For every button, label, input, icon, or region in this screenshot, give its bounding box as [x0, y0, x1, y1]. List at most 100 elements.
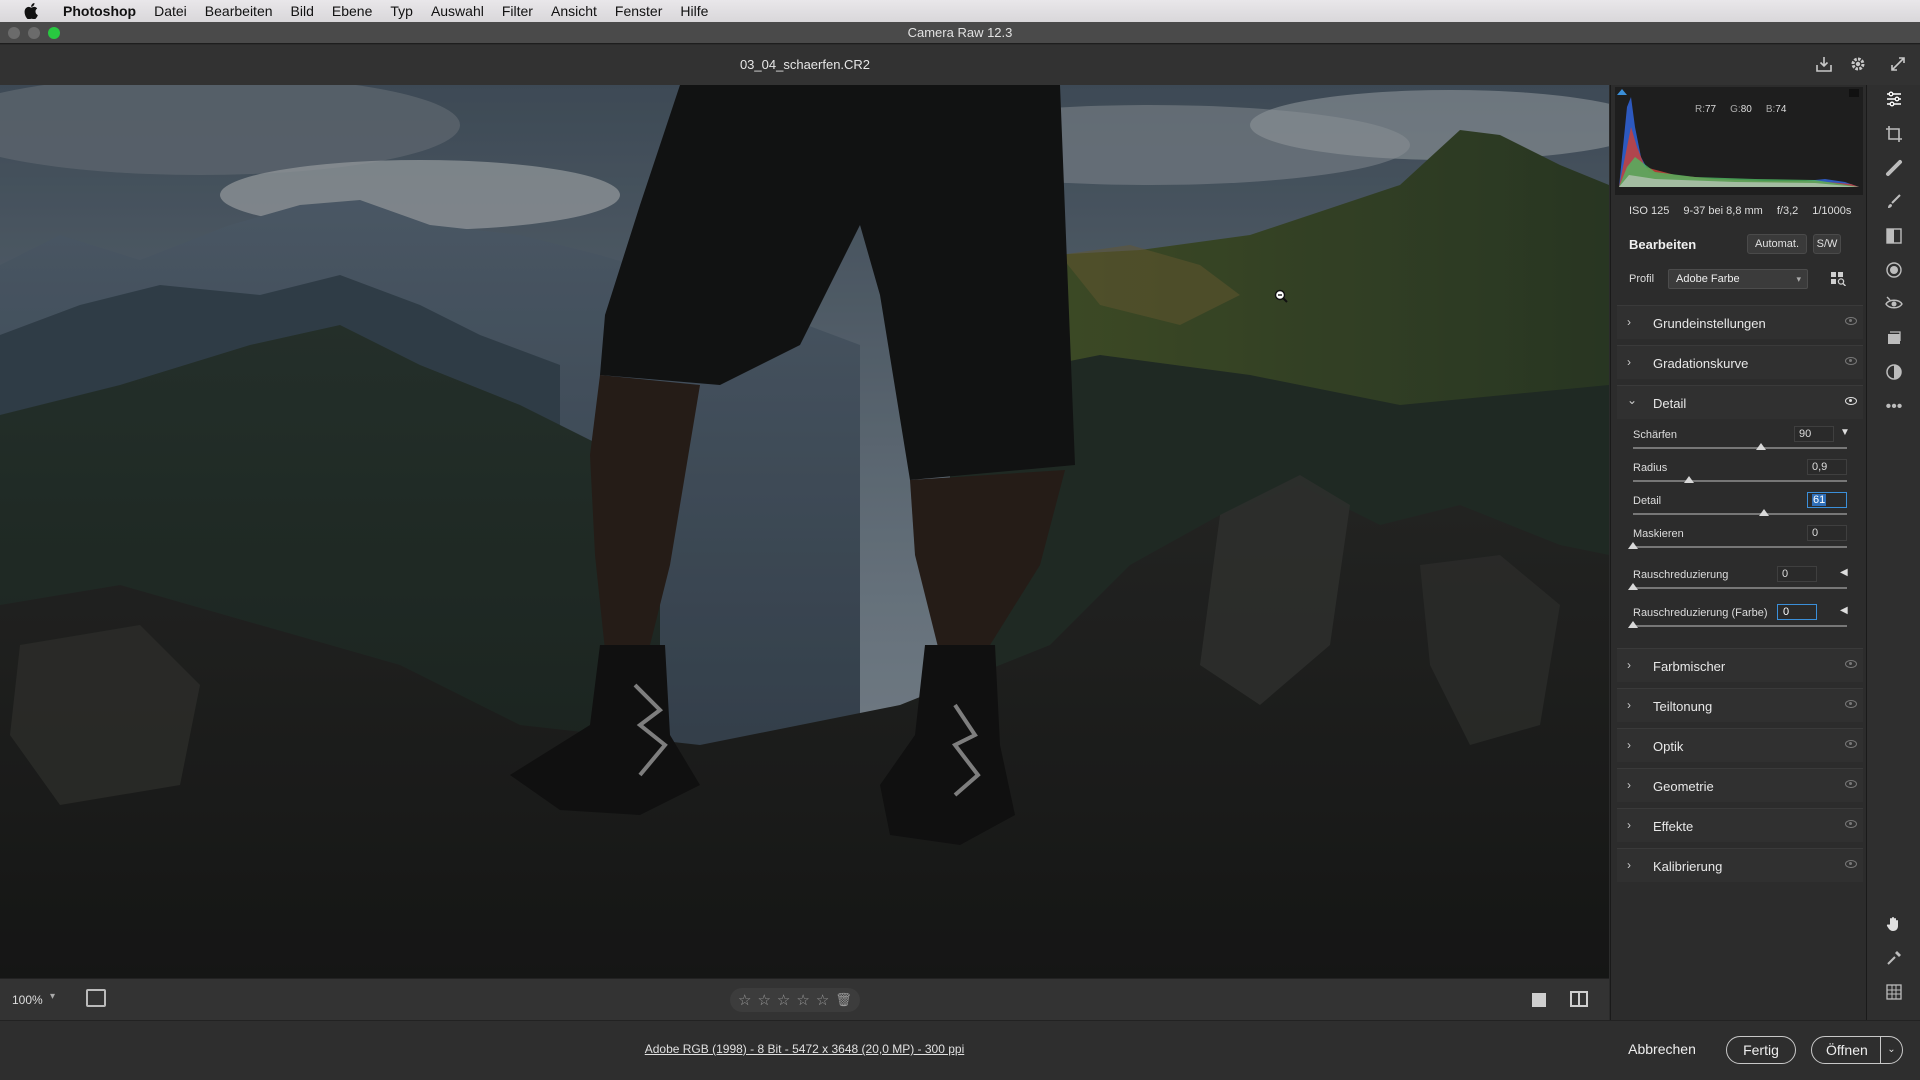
hand-icon[interactable]	[1882, 915, 1906, 939]
star-icon[interactable]: ☆	[816, 991, 829, 1009]
brush-icon[interactable]	[1882, 193, 1906, 217]
cancel-button[interactable]: Abbrechen	[1612, 1036, 1712, 1064]
star-icon[interactable]: ☆	[757, 991, 770, 1009]
single-view-icon[interactable]	[1532, 993, 1546, 1007]
profile-browser-icon[interactable]	[1831, 272, 1847, 287]
mask-value[interactable]: 0	[1807, 525, 1847, 541]
workflow-options-link[interactable]: Adobe RGB (1998) - 8 Bit - 5472 x 3648 (…	[0, 1042, 1609, 1056]
noise-reduction-slider[interactable]: Rauschreduzierung 0 ◀	[1627, 566, 1851, 602]
star-icon[interactable]: ☆	[738, 991, 751, 1009]
detail-slider[interactable]: Detail 61	[1627, 492, 1851, 528]
open-button[interactable]: Öffnen ⌄	[1811, 1036, 1903, 1064]
done-button[interactable]: Fertig	[1726, 1036, 1796, 1064]
menu-photoshop[interactable]: Photoshop	[54, 0, 145, 22]
section-effekte[interactable]: › Effekte	[1617, 808, 1863, 842]
color-sampler-icon[interactable]	[1882, 949, 1906, 973]
star-icon[interactable]: ☆	[796, 991, 809, 1009]
eye-icon[interactable]	[1845, 397, 1857, 405]
fullscreen-icon[interactable]	[1888, 55, 1908, 75]
radius-slider[interactable]: Radius 0,9	[1627, 459, 1851, 495]
healing-icon[interactable]	[1882, 159, 1906, 183]
chevron-right-icon: ›	[1627, 658, 1631, 672]
menu-datei[interactable]: Datei	[145, 0, 196, 22]
shadow-clipping-icon[interactable]	[1617, 89, 1627, 95]
section-teiltonung[interactable]: › Teiltonung	[1617, 688, 1863, 722]
auto-button[interactable]: Automat.	[1747, 234, 1807, 254]
section-farbmischer[interactable]: › Farbmischer	[1617, 648, 1863, 682]
red-eye-icon[interactable]	[1882, 295, 1906, 319]
sharpen-label: Schärfen	[1633, 429, 1678, 441]
eye-icon[interactable]	[1845, 700, 1857, 708]
slider-thumb[interactable]	[1628, 583, 1638, 590]
image-preview[interactable]	[0, 85, 1609, 978]
eye-icon[interactable]	[1845, 660, 1857, 668]
menu-bearbeiten[interactable]: Bearbeiten	[196, 0, 282, 22]
gear-icon[interactable]	[1848, 55, 1868, 75]
profile-select[interactable]: Adobe Farbe ▾	[1668, 269, 1808, 289]
section-optik[interactable]: › Optik	[1617, 728, 1863, 762]
bw-button[interactable]: S/W	[1813, 234, 1841, 254]
chevron-down-icon[interactable]: ▾	[50, 991, 55, 1002]
menu-filter[interactable]: Filter	[493, 0, 542, 22]
eye-icon[interactable]	[1845, 317, 1857, 325]
crop-icon[interactable]	[1882, 125, 1906, 149]
apple-icon[interactable]	[20, 0, 42, 22]
eye-icon[interactable]	[1845, 860, 1857, 868]
color-noise-reduction-value[interactable]: 0	[1777, 604, 1817, 620]
expand-triangle-icon[interactable]: ◀	[1840, 605, 1848, 616]
iso-value: ISO 125	[1629, 205, 1670, 217]
section-detail[interactable]: ⌄ Detail	[1617, 385, 1863, 419]
gradient-icon[interactable]	[1882, 227, 1906, 251]
menu-bild[interactable]: Bild	[282, 0, 323, 22]
section-grundeinstellungen[interactable]: › Grundeinstellungen	[1617, 305, 1863, 339]
star-icon[interactable]: ☆	[777, 991, 790, 1009]
zoom-level[interactable]: 100%	[12, 993, 43, 1007]
save-icon[interactable]	[1814, 55, 1834, 75]
noise-reduction-value[interactable]: 0	[1777, 566, 1817, 582]
mask-label: Maskieren	[1633, 528, 1684, 540]
edit-sliders-icon[interactable]	[1882, 90, 1906, 114]
detail-label: Detail	[1633, 495, 1662, 507]
chevron-down-icon[interactable]: ⌄	[1880, 1037, 1902, 1063]
collapse-triangle-icon[interactable]: ▼	[1840, 427, 1850, 438]
section-title: Optik	[1653, 739, 1684, 754]
highlight-clipping-icon[interactable]	[1849, 89, 1859, 97]
trash-icon[interactable]: 🗑	[835, 992, 852, 1008]
grid-icon[interactable]	[1882, 983, 1906, 1007]
more-icon[interactable]: •••	[1882, 395, 1906, 419]
zoom-window-button[interactable]	[48, 27, 60, 39]
sharpen-slider[interactable]: Schärfen 90 ▼	[1627, 426, 1851, 462]
close-window-button[interactable]	[8, 27, 20, 39]
mask-slider[interactable]: Maskieren 0	[1627, 525, 1851, 561]
sharpen-value[interactable]: 90	[1794, 426, 1834, 442]
slider-thumb[interactable]	[1683, 476, 1694, 483]
eye-icon[interactable]	[1845, 780, 1857, 788]
menu-typ[interactable]: Typ	[381, 0, 422, 22]
menu-ebene[interactable]: Ebene	[323, 0, 381, 22]
color-noise-reduction-label: Rauschreduzierung (Farbe)	[1633, 607, 1768, 619]
eye-icon[interactable]	[1845, 357, 1857, 365]
color-noise-reduction-slider[interactable]: Rauschreduzierung (Farbe) 0 ◀	[1627, 604, 1851, 640]
expand-triangle-icon[interactable]: ◀	[1840, 567, 1848, 578]
filmstrip-icon[interactable]	[86, 989, 106, 1007]
slider-thumb[interactable]	[1758, 509, 1769, 516]
menu-ansicht[interactable]: Ansicht	[542, 0, 606, 22]
menu-hilfe[interactable]: Hilfe	[671, 0, 717, 22]
slider-thumb[interactable]	[1628, 621, 1638, 628]
slider-thumb[interactable]	[1628, 542, 1638, 549]
detail-value[interactable]: 61	[1807, 492, 1847, 508]
presets-icon[interactable]	[1882, 363, 1906, 387]
section-kalibrierung[interactable]: › Kalibrierung	[1617, 848, 1863, 882]
radius-value[interactable]: 0,9	[1807, 459, 1847, 475]
section-geometrie[interactable]: › Geometrie	[1617, 768, 1863, 802]
section-gradationskurve[interactable]: › Gradationskurve	[1617, 345, 1863, 379]
minimize-window-button[interactable]	[28, 27, 40, 39]
menu-auswahl[interactable]: Auswahl	[422, 0, 493, 22]
radial-filter-icon[interactable]	[1882, 261, 1906, 285]
slider-thumb[interactable]	[1756, 443, 1767, 450]
eye-icon[interactable]	[1845, 740, 1857, 748]
menu-fenster[interactable]: Fenster	[606, 0, 671, 22]
eye-icon[interactable]	[1845, 820, 1857, 828]
snapshots-icon[interactable]	[1882, 329, 1906, 353]
compare-view-icon[interactable]	[1570, 991, 1588, 1007]
